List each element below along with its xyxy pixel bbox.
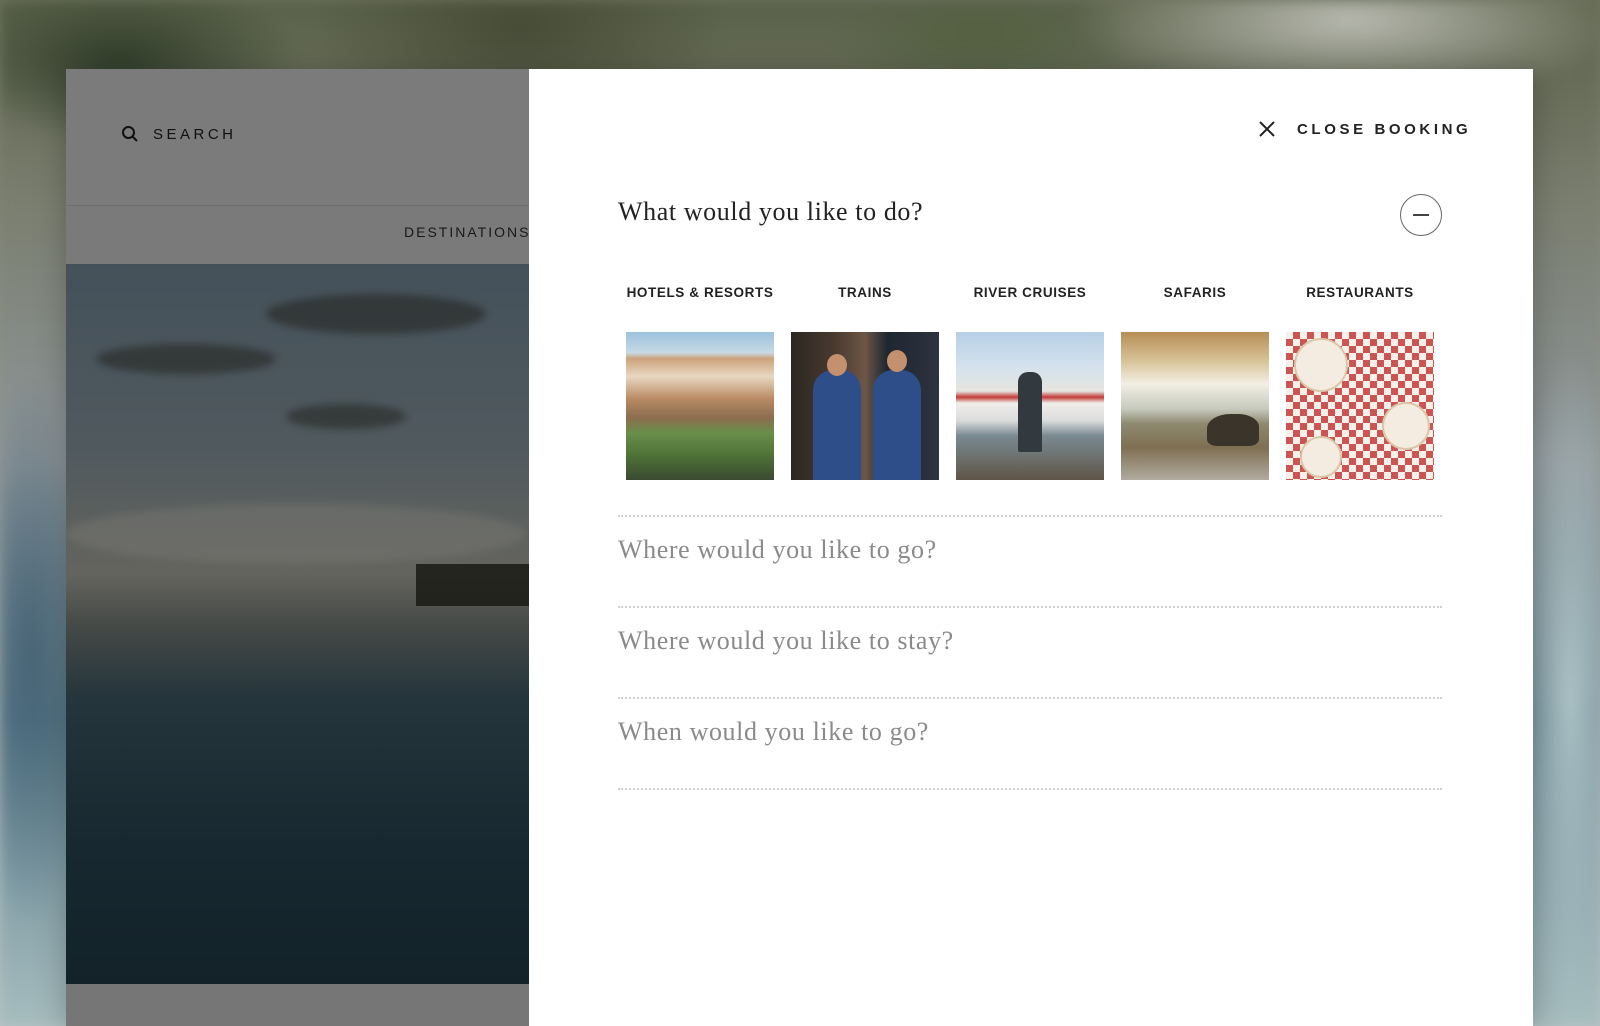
category-label: RESTAURANTS (1306, 285, 1414, 300)
question-where-go[interactable]: Where would you like to go? (618, 535, 1442, 565)
train-porters-photo (791, 332, 939, 480)
category-label: HOTELS & RESORTS (626, 285, 774, 300)
divider (618, 788, 1442, 790)
question-when-go-title: When would you like to go? (618, 717, 929, 746)
question-what-to-do: What would you like to do? (618, 194, 1442, 236)
divider (618, 697, 1442, 699)
close-icon (1259, 121, 1275, 137)
category-trains[interactable]: TRAINS (791, 285, 939, 480)
browser-window: SEARCH DESTINATIONS CLOSE BOOKING What w… (66, 69, 1533, 1026)
category-label: TRAINS (838, 285, 892, 300)
divider (618, 606, 1442, 608)
category-hotels-resorts[interactable]: HOTELS & RESORTS (626, 285, 774, 480)
hotel-photo (626, 332, 774, 480)
close-booking-label: CLOSE BOOKING (1297, 120, 1472, 138)
safari-elephant-photo (1121, 332, 1269, 480)
question-where-stay[interactable]: Where would you like to stay? (618, 626, 1442, 656)
booking-panel: CLOSE BOOKING What would you like to do?… (529, 69, 1533, 1026)
underlying-site: SEARCH DESTINATIONS (66, 69, 529, 1026)
divider (618, 515, 1442, 517)
category-safaris[interactable]: SAFARIS (1121, 285, 1269, 480)
question-where-go-title: Where would you like to go? (618, 535, 937, 564)
restaurant-table-photo (1286, 332, 1434, 480)
dim-overlay[interactable] (66, 69, 529, 1026)
question-when-go[interactable]: When would you like to go? (618, 717, 1442, 747)
collapse-icon[interactable] (1400, 194, 1442, 236)
category-label: RIVER CRUISES (973, 285, 1087, 300)
river-cruise-photo (956, 332, 1104, 480)
category-label: SAFARIS (1163, 285, 1227, 300)
question-where-stay-title: Where would you like to stay? (618, 626, 954, 655)
category-river-cruises[interactable]: RIVER CRUISES (956, 285, 1104, 480)
close-booking-button[interactable]: CLOSE BOOKING (1257, 119, 1471, 139)
question-what-to-do-title: What would you like to do? (618, 197, 924, 226)
category-options: HOTELS & RESORTS TRAINS RIVER CRUISES SA… (626, 285, 1434, 480)
category-restaurants[interactable]: RESTAURANTS (1286, 285, 1434, 480)
